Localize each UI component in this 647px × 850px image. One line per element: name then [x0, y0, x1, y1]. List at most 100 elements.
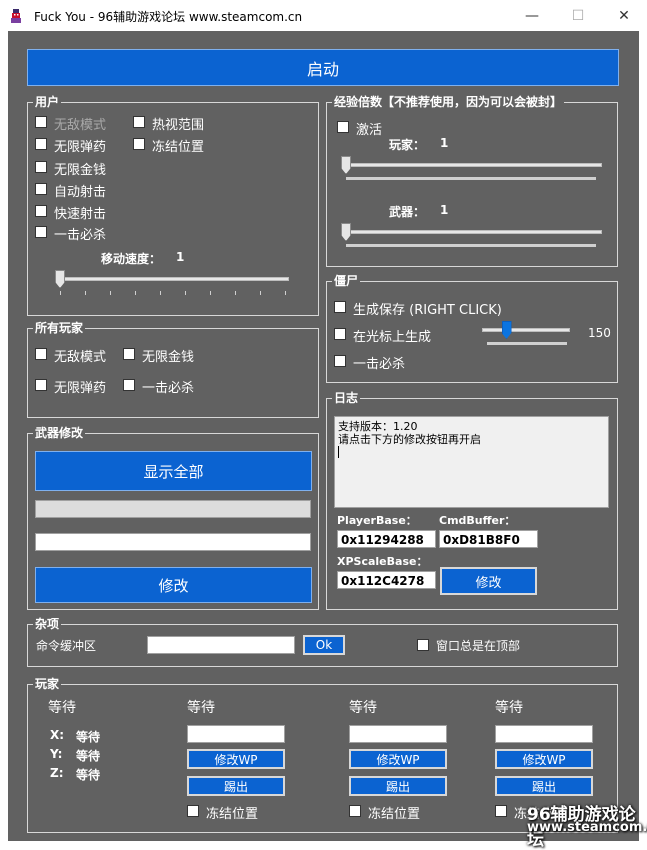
cmd-buffer-field[interactable]: 0xD81B8F0: [439, 530, 538, 548]
spawn-at-cursor-checkbox[interactable]: [334, 328, 346, 340]
player-2-input[interactable]: [349, 725, 447, 743]
thermal-view-checkbox[interactable]: [133, 116, 145, 128]
show-all-button[interactable]: 显示全部: [35, 451, 312, 491]
always-on-top-label: 窗口总是在顶部: [436, 639, 521, 653]
text-cursor: [338, 446, 339, 458]
spawn-save-checkbox[interactable]: [334, 301, 346, 313]
move-speed-track: [57, 277, 289, 281]
coord-z-label: Z:: [50, 766, 64, 780]
all-infinite-money-label: 无限金钱: [142, 350, 195, 365]
player-1-input[interactable]: [187, 725, 285, 743]
xp-scale-label: XPScaleBase：: [337, 555, 428, 568]
exp-activate-label: 激活: [356, 123, 383, 138]
coord-x-label: X:: [50, 728, 65, 742]
infinite-money-checkbox[interactable]: [35, 161, 47, 173]
one-hit-kill-label: 一击必杀: [54, 228, 107, 243]
zombie-one-hit-kill-label: 一击必杀: [353, 357, 406, 372]
cmd-buffer-value: 0xD81B8F0: [443, 533, 520, 547]
xp-scale-field[interactable]: 0x112C4278: [337, 571, 436, 589]
spawn-at-cursor-label: 在光标上生成: [353, 330, 432, 345]
player-1-freeze-checkbox[interactable]: [187, 805, 199, 817]
player-2-freeze-checkbox[interactable]: [349, 805, 361, 817]
player-3-kick-button[interactable]: 踢出: [495, 776, 593, 796]
player-1-freeze-label: 冻结位置: [206, 807, 259, 822]
cmd-buffer-label: CmdBuffer：: [439, 514, 516, 527]
exp-player-value: 1: [440, 136, 449, 150]
weapon-mod-title: 武器修改: [33, 426, 86, 440]
spawn-save-label: 生成保存 (RIGHT CLICK): [353, 303, 502, 318]
coord-x-value: 等待: [76, 730, 101, 744]
coord-z-value: 等待: [76, 768, 101, 782]
rapid-fire-checkbox[interactable]: [35, 205, 47, 217]
rapid-fire-label: 快速射击: [54, 207, 107, 222]
all-god-mode-checkbox[interactable]: [35, 348, 47, 360]
infinite-ammo-label: 无限弹药: [54, 140, 107, 155]
log-line-2: 请点击下方的修改按钮再开启: [338, 433, 481, 446]
exp-group-title: 经验倍数【不推荐使用，因为可以会被封】: [332, 95, 565, 109]
one-hit-kill-checkbox[interactable]: [35, 226, 47, 238]
app-icon: [8, 8, 24, 24]
zombie-group-title: 僵尸: [332, 274, 361, 288]
player-3-input[interactable]: [495, 725, 593, 743]
log-modify-button[interactable]: 修改: [440, 567, 537, 595]
player-3-modify-wp-button[interactable]: 修改WP: [495, 749, 593, 769]
player-1-name: 等待: [187, 700, 215, 716]
player-3-name: 等待: [495, 700, 523, 716]
god-mode-label: 无敌模式: [54, 118, 107, 133]
log-group-title: 日志: [332, 391, 361, 405]
log-textbox[interactable]: 支持版本：1.20 请点击下方的修改按钮再开启: [334, 416, 609, 508]
all-players-title: 所有玩家: [33, 321, 86, 335]
player-2-kick-button[interactable]: 踢出: [349, 776, 447, 796]
exp-player-ticks: [346, 177, 596, 180]
exp-player-label: 玩家：: [389, 138, 426, 152]
thermal-view-label: 热视范围: [152, 118, 205, 133]
exp-weapon-value: 1: [440, 203, 449, 217]
player-name-self: 等待: [48, 700, 76, 716]
watermark-url: www.steamcom.cn: [527, 820, 647, 835]
player-base-field[interactable]: 0x11294288: [337, 530, 436, 548]
god-mode-checkbox[interactable]: [35, 116, 47, 128]
zombie-one-hit-kill-checkbox[interactable]: [334, 355, 346, 367]
all-players-group: [27, 328, 319, 418]
player-2-freeze-label: 冻结位置: [368, 807, 421, 822]
all-infinite-money-checkbox[interactable]: [123, 348, 135, 360]
freeze-position-checkbox[interactable]: [133, 138, 145, 150]
all-one-hit-kill-label: 一击必杀: [142, 381, 195, 396]
all-infinite-ammo-checkbox[interactable]: [35, 379, 47, 391]
all-infinite-ammo-label: 无限弹药: [54, 381, 107, 396]
weapon-modify-button[interactable]: 修改: [35, 567, 312, 603]
start-button[interactable]: 启动: [27, 49, 619, 86]
move-speed-label: 移动速度：: [101, 252, 162, 266]
spawn-count-ticks: [487, 342, 567, 345]
weapon-select[interactable]: [35, 500, 311, 518]
cmd-buffer-area-label: 命令缓冲区: [36, 639, 97, 653]
exp-player-track: [342, 163, 602, 167]
all-one-hit-kill-checkbox[interactable]: [123, 379, 135, 391]
minimize-button[interactable]: —: [509, 0, 555, 31]
player-3-freeze-checkbox[interactable]: [495, 805, 507, 817]
player-2-modify-wp-button[interactable]: 修改WP: [349, 749, 447, 769]
weapon-value-input[interactable]: [35, 533, 311, 551]
maximize-button[interactable]: ☐: [555, 0, 601, 31]
auto-shoot-checkbox[interactable]: [35, 183, 47, 195]
ok-button[interactable]: Ok: [303, 635, 345, 655]
close-button[interactable]: ✕: [601, 0, 647, 31]
always-on-top-checkbox[interactable]: [417, 639, 429, 651]
player-base-value: 0x11294288: [341, 533, 424, 547]
misc-group-title: 杂项: [33, 617, 62, 631]
log-line-1: 支持版本：1.20: [338, 420, 418, 433]
spawn-count-track: [482, 328, 570, 332]
coord-y-label: Y:: [50, 747, 63, 761]
move-speed-value: 1: [176, 250, 185, 264]
infinite-ammo-checkbox[interactable]: [35, 138, 47, 150]
player-base-label: PlayerBase：: [337, 514, 417, 527]
coord-y-value: 等待: [76, 749, 101, 763]
exp-activate-checkbox[interactable]: [337, 121, 349, 133]
window-title: Fuck You - 96辅助游戏论坛 www.steamcom.cn: [34, 10, 303, 24]
player-1-modify-wp-button[interactable]: 修改WP: [187, 749, 285, 769]
move-speed-ticks: [60, 291, 286, 295]
title-bar[interactable]: Fuck You - 96辅助游戏论坛 www.steamcom.cn — ☐ …: [0, 0, 647, 31]
cmd-buffer-input[interactable]: [147, 636, 295, 654]
auto-shoot-label: 自动射击: [54, 185, 107, 200]
player-1-kick-button[interactable]: 踢出: [187, 776, 285, 796]
